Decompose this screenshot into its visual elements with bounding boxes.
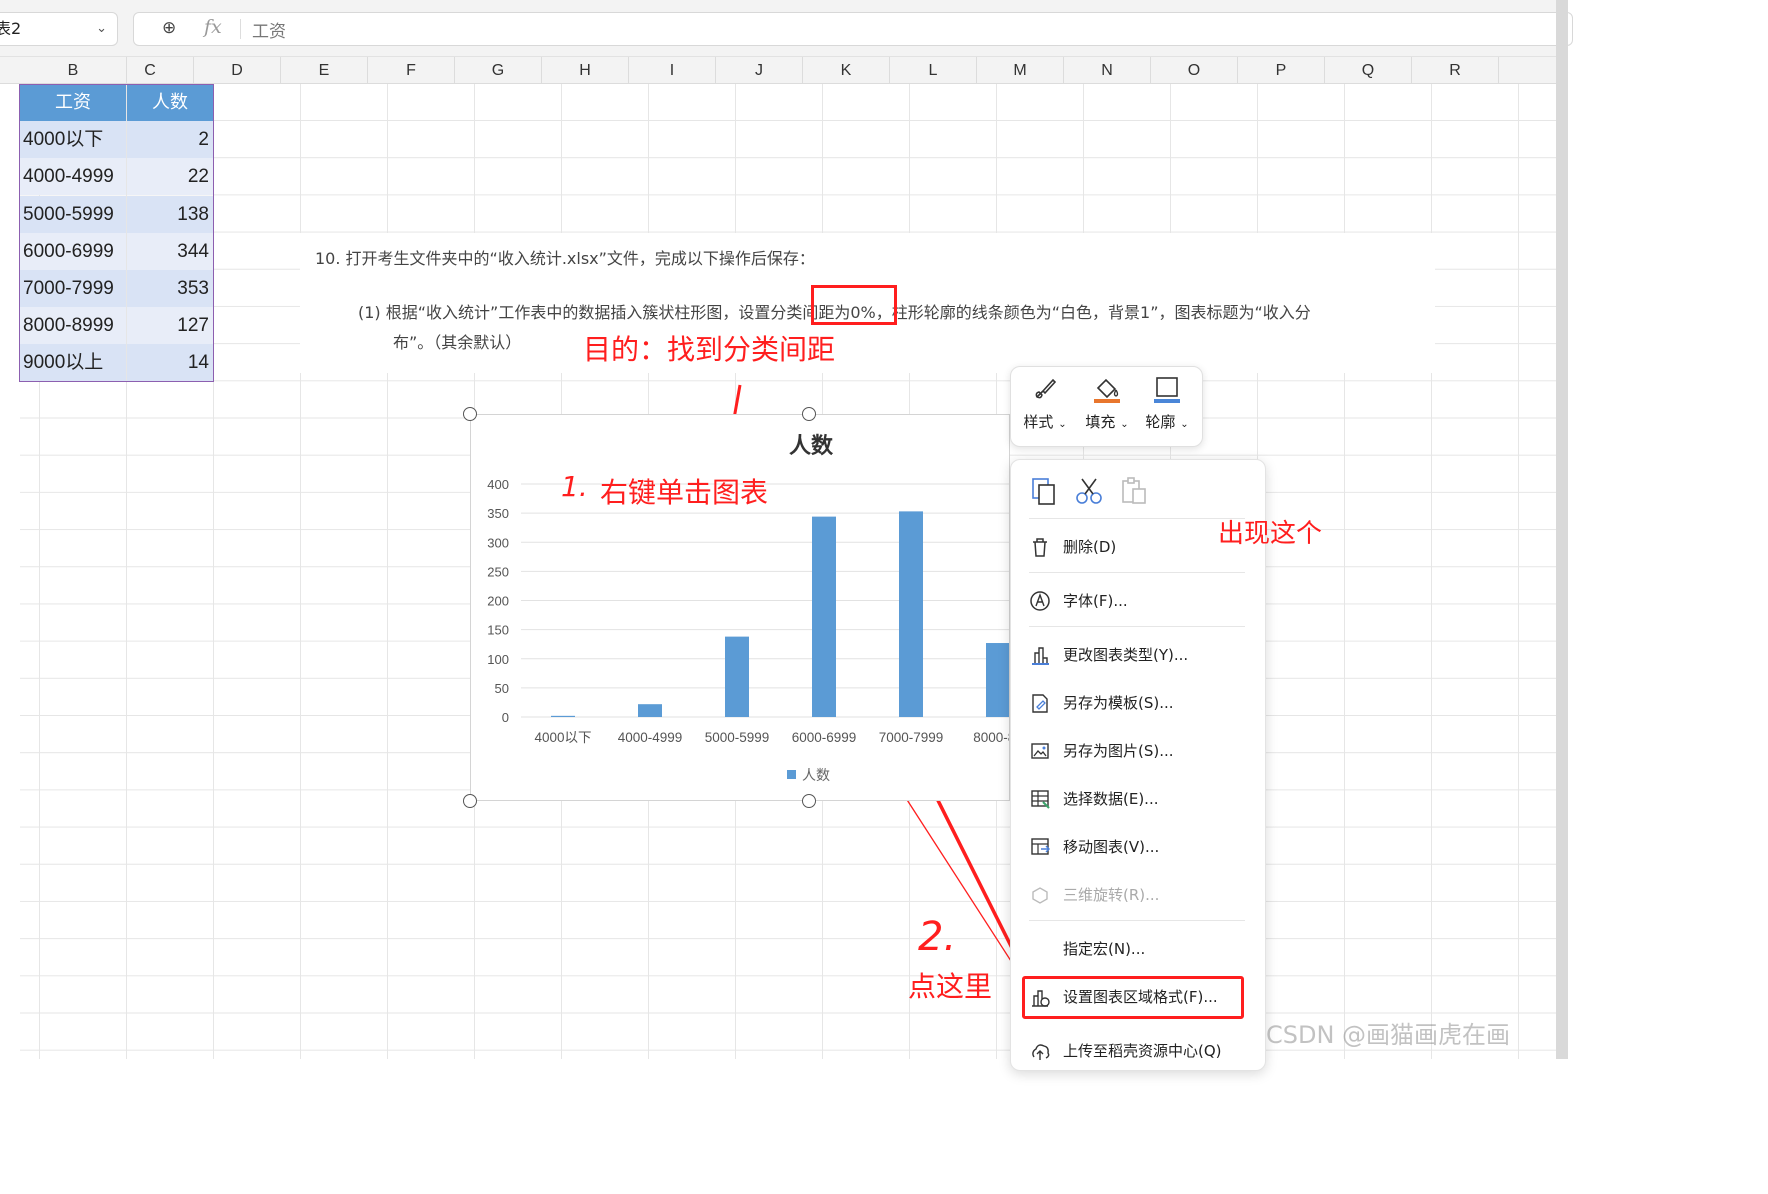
paste-button[interactable] bbox=[1119, 476, 1149, 510]
menu-item-label: 另存为模板(S)... bbox=[1063, 694, 1174, 712]
resize-handle-bl[interactable] bbox=[463, 794, 477, 808]
watermark: CSDN @画猫画虎在画 bbox=[1266, 1021, 1511, 1049]
menu-item-trash[interactable]: 删除(D) bbox=[1029, 530, 1249, 564]
menu-item-save-template[interactable]: 另存为模板(S)... bbox=[1029, 686, 1249, 720]
menu-item-label: 指定宏(N)... bbox=[1063, 940, 1146, 958]
x-tick-label: 4000以下 bbox=[534, 730, 591, 745]
menu-item-label: 更改图表类型(Y)... bbox=[1063, 646, 1189, 664]
menu-item-label: 三维旋转(R)... bbox=[1063, 886, 1160, 904]
y-tick-label: 350 bbox=[487, 506, 509, 521]
appears-annotation: 出现这个 bbox=[1218, 519, 1323, 549]
y-tick-label: 50 bbox=[495, 681, 509, 696]
x-tick-label: 4000-4999 bbox=[618, 730, 683, 745]
trash-icon bbox=[1033, 538, 1047, 557]
y-tick-label: 400 bbox=[487, 477, 509, 492]
chevron-down-icon: ⌄ bbox=[1180, 419, 1189, 430]
move-chart-icon bbox=[1031, 838, 1050, 855]
y-tick-label: 150 bbox=[487, 623, 509, 638]
font-icon bbox=[1030, 591, 1050, 611]
bar bbox=[986, 643, 1009, 717]
step1-annotation: 右键单击图表 bbox=[600, 476, 769, 509]
menu-item-upload[interactable]: 上传至稻壳资源中心(Q) bbox=[1029, 1034, 1249, 1068]
bar bbox=[638, 704, 662, 717]
cut-button[interactable] bbox=[1074, 476, 1104, 510]
bar bbox=[812, 516, 836, 717]
y-tick-label: 250 bbox=[487, 564, 509, 579]
rotate-3d-icon bbox=[1032, 887, 1048, 904]
x-tick-label: 6000-6999 bbox=[792, 730, 857, 745]
step2-annotation: 点这里 bbox=[908, 970, 993, 1003]
legend-label: 人数 bbox=[802, 768, 830, 784]
menu-item-font[interactable]: 字体(F)... bbox=[1029, 584, 1249, 618]
save-template-icon bbox=[1032, 694, 1048, 713]
step1-number: 1. bbox=[561, 470, 588, 503]
outline-label: 轮廓 bbox=[1145, 413, 1176, 431]
menu-item-assign-macro[interactable]: 指定宏(N)... bbox=[1029, 932, 1249, 966]
menu-item-label: 删除(D) bbox=[1063, 538, 1117, 556]
resize-handle-bottom[interactable] bbox=[802, 794, 816, 808]
menu-separator bbox=[1029, 626, 1245, 627]
legend-swatch bbox=[787, 770, 796, 779]
copy-icon bbox=[1032, 478, 1055, 505]
x-tick-label: 8000-89 bbox=[973, 730, 1010, 745]
upload-icon bbox=[1032, 1044, 1050, 1060]
cut-icon bbox=[1076, 478, 1102, 504]
menu-separator bbox=[1029, 518, 1245, 519]
menu-separator bbox=[1029, 572, 1245, 573]
menu-item-chart-type[interactable]: 更改图表类型(Y)... bbox=[1029, 638, 1249, 672]
y-tick-label: 0 bbox=[502, 710, 509, 725]
step2-number: 2. bbox=[918, 914, 957, 960]
highlight-box bbox=[1022, 976, 1244, 1019]
menu-item-rotate-3d[interactable]: 三维旋转(R)... bbox=[1029, 878, 1249, 912]
resize-handle-top[interactable] bbox=[802, 407, 816, 421]
bar bbox=[551, 715, 575, 717]
bar bbox=[899, 511, 923, 717]
outline-icon bbox=[1154, 377, 1180, 403]
y-tick-label: 300 bbox=[487, 535, 509, 550]
fill-bucket-icon bbox=[1094, 378, 1120, 403]
bar bbox=[725, 636, 749, 717]
chart-float-toolbar: 样式 ⌄ 填充 ⌄ 轮廓 ⌄ bbox=[1010, 366, 1203, 447]
menu-item-save-image[interactable]: 另存为图片(S)... bbox=[1029, 734, 1249, 768]
fill-button[interactable]: 填充 ⌄ bbox=[1077, 375, 1137, 432]
vertical-scrollbar[interactable] bbox=[1556, 0, 1568, 1059]
copy-button[interactable] bbox=[1029, 476, 1059, 510]
style-button[interactable]: 样式 ⌄ bbox=[1015, 375, 1075, 432]
x-tick-label: 7000-7999 bbox=[879, 730, 944, 745]
outline-button[interactable]: 轮廓 ⌄ bbox=[1137, 375, 1197, 432]
chart-type-icon bbox=[1032, 647, 1049, 665]
brush-icon bbox=[1035, 378, 1057, 399]
paste-icon bbox=[1122, 477, 1146, 504]
menu-item-label: 选择数据(E)... bbox=[1063, 790, 1159, 808]
menu-item-label: 字体(F)... bbox=[1063, 592, 1128, 610]
y-tick-label: 100 bbox=[487, 652, 509, 667]
select-data-icon bbox=[1031, 790, 1050, 809]
y-tick-label: 200 bbox=[487, 594, 509, 609]
menu-item-move-chart[interactable]: 移动图表(V)... bbox=[1029, 830, 1249, 864]
chevron-down-icon: ⌄ bbox=[1120, 419, 1129, 430]
fill-label: 填充 bbox=[1085, 413, 1116, 431]
menu-item-select-data[interactable]: 选择数据(E)... bbox=[1029, 782, 1249, 816]
style-label: 样式 bbox=[1023, 413, 1054, 431]
save-image-icon bbox=[1031, 743, 1049, 759]
menu-separator bbox=[1029, 920, 1245, 921]
menu-item-label: 另存为图片(S)... bbox=[1063, 742, 1174, 760]
chevron-down-icon: ⌄ bbox=[1058, 419, 1067, 430]
chart-title: 人数 bbox=[789, 433, 834, 459]
x-tick-label: 5000-5999 bbox=[705, 730, 770, 745]
menu-item-label: 移动图表(V)... bbox=[1063, 838, 1160, 856]
resize-handle-tl[interactable] bbox=[463, 407, 477, 421]
menu-item-label: 上传至稻壳资源中心(Q) bbox=[1063, 1042, 1222, 1060]
